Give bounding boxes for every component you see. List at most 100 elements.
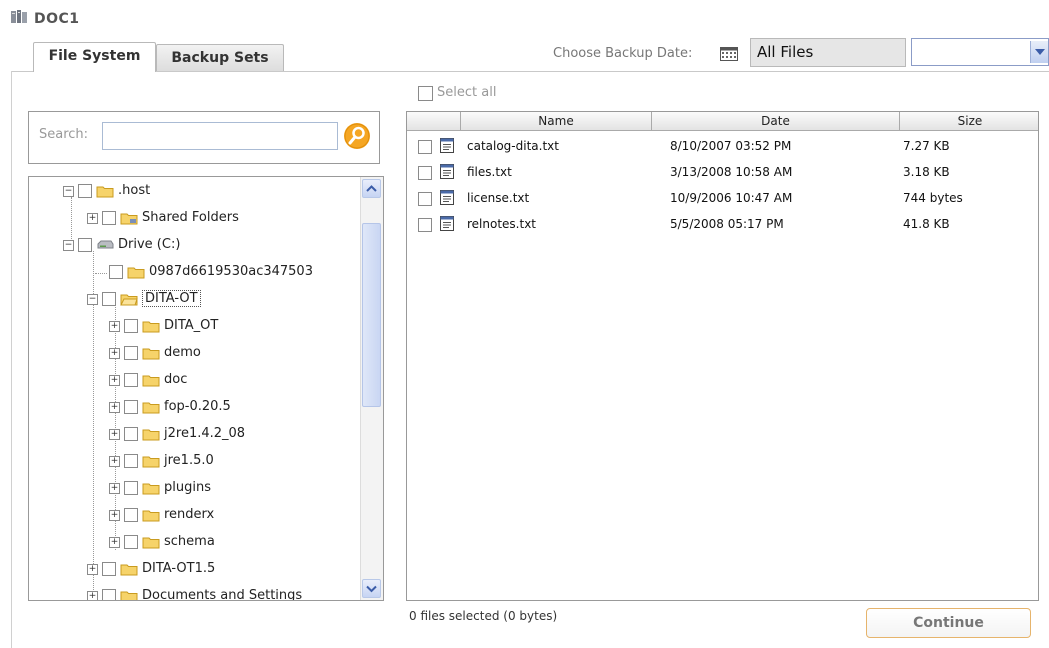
expand-icon[interactable]: + xyxy=(109,320,120,332)
expand-icon[interactable]: + xyxy=(109,347,120,359)
tree-node-label: Documents and Settings xyxy=(142,588,303,601)
backup-date-field[interactable]: All Files xyxy=(750,38,906,67)
text-file-icon xyxy=(440,164,454,179)
tree-node-label: renderx xyxy=(164,507,215,522)
folder-icon xyxy=(142,537,160,549)
tree-node[interactable]: + doc xyxy=(109,370,187,390)
search-label: Search: xyxy=(39,127,89,142)
select-all-label: Select all xyxy=(437,85,497,100)
tree-node-label: schema xyxy=(164,534,215,549)
tree-checkbox[interactable] xyxy=(102,292,116,306)
tree-node[interactable]: 0987d6619530ac347503 xyxy=(109,262,313,282)
tree-node-label: .host xyxy=(118,183,151,198)
expand-icon[interactable]: + xyxy=(109,509,120,521)
file-row[interactable]: files.txt 3/13/2008 10:58 AM 3.18 KB xyxy=(407,159,1038,185)
tree-node[interactable]: − DITA-OT xyxy=(87,289,201,309)
file-checkbox[interactable] xyxy=(418,218,432,232)
expand-icon[interactable]: + xyxy=(109,374,120,386)
column-header-date[interactable]: Date xyxy=(652,112,900,131)
tree-node[interactable]: + DITA_OT xyxy=(109,316,218,336)
tree-node[interactable]: + demo xyxy=(109,343,201,363)
selection-status: 0 files selected (0 bytes) xyxy=(409,609,558,623)
tree-checkbox[interactable] xyxy=(124,481,138,495)
tree-scrollbar[interactable] xyxy=(360,177,383,600)
tree-node[interactable]: + Documents and Settings xyxy=(87,586,303,601)
tree-node[interactable]: − .host xyxy=(63,181,150,201)
expand-icon[interactable]: + xyxy=(109,536,120,548)
chevron-up-icon xyxy=(366,185,377,192)
scroll-thumb[interactable] xyxy=(362,223,381,407)
tree-node[interactable]: + renderx xyxy=(109,505,214,525)
file-row[interactable]: license.txt 10/9/2006 10:47 AM 744 bytes xyxy=(407,185,1038,211)
search-input[interactable] xyxy=(102,122,338,150)
tree-checkbox[interactable] xyxy=(78,184,92,198)
file-size: 3.18 KB xyxy=(903,165,950,179)
collapse-icon[interactable]: − xyxy=(63,239,74,251)
expand-icon[interactable]: + xyxy=(87,590,98,600)
tab-backup-sets[interactable]: Backup Sets xyxy=(156,44,284,72)
collapse-icon[interactable]: − xyxy=(87,293,98,305)
tree-node-label: 0987d6619530ac347503 xyxy=(149,264,313,279)
tree-node[interactable]: − Drive (C:) xyxy=(63,235,180,255)
tree-node[interactable]: + DITA-OT1.5 xyxy=(87,559,215,579)
calendar-icon[interactable] xyxy=(720,47,738,61)
folder-icon xyxy=(142,483,160,495)
tree-node[interactable]: + fop-0.20.5 xyxy=(109,397,231,417)
column-header-name[interactable]: Name xyxy=(461,112,652,131)
file-checkbox[interactable] xyxy=(418,192,432,206)
text-file-icon xyxy=(440,190,454,205)
backup-date-select[interactable] xyxy=(911,38,1049,66)
column-header-size[interactable]: Size xyxy=(900,112,1038,131)
tab-panel-border xyxy=(11,71,1049,72)
tree-node-label: jre1.5.0 xyxy=(164,453,214,468)
folder-icon xyxy=(127,267,145,279)
tree-node[interactable]: + plugins xyxy=(109,478,211,498)
tree-checkbox[interactable] xyxy=(124,346,138,360)
collapse-icon[interactable]: − xyxy=(63,185,74,197)
continue-button[interactable]: Continue xyxy=(866,608,1031,638)
tree-checkbox[interactable] xyxy=(78,238,92,252)
file-row[interactable]: relnotes.txt 5/5/2008 05:17 PM 41.8 KB xyxy=(407,211,1038,237)
expand-icon[interactable]: + xyxy=(109,401,120,413)
tree-node[interactable]: + jre1.5.0 xyxy=(109,451,214,471)
file-row[interactable]: catalog-dita.txt 8/10/2007 03:52 PM 7.27… xyxy=(407,133,1038,159)
search-go-icon[interactable] xyxy=(342,121,372,151)
tree-checkbox[interactable] xyxy=(124,319,138,333)
expand-icon[interactable]: + xyxy=(87,212,98,224)
file-checkbox[interactable] xyxy=(418,140,432,154)
expand-icon[interactable]: + xyxy=(109,482,120,494)
file-name: relnotes.txt xyxy=(467,217,536,231)
tree-checkbox[interactable] xyxy=(124,508,138,522)
tree-node[interactable]: + Shared Folders xyxy=(87,208,239,228)
select-all-checkbox[interactable] xyxy=(418,86,433,101)
file-name: license.txt xyxy=(467,191,530,205)
tree-node[interactable]: + j2re1.4.2_08 xyxy=(109,424,245,444)
scroll-down-button[interactable] xyxy=(362,579,381,598)
file-list: Name Date Size catalog-dita.txt 8/10/200… xyxy=(406,111,1039,601)
expand-icon[interactable]: + xyxy=(87,563,98,575)
tree-node-label: j2re1.4.2_08 xyxy=(164,426,246,441)
expand-icon[interactable]: + xyxy=(109,455,120,467)
tab-file-system[interactable]: File System xyxy=(33,42,156,72)
tab-panel-left-border xyxy=(11,71,12,648)
tree-checkbox[interactable] xyxy=(124,400,138,414)
scroll-up-button[interactable] xyxy=(362,179,381,198)
tree-checkbox[interactable] xyxy=(124,427,138,441)
tree-checkbox[interactable] xyxy=(102,562,116,576)
file-name: catalog-dita.txt xyxy=(467,139,559,153)
chevron-down-icon[interactable] xyxy=(1030,41,1048,63)
file-size: 744 bytes xyxy=(903,191,963,205)
tree-node-label: Drive (C:) xyxy=(118,237,181,252)
tree-checkbox[interactable] xyxy=(102,211,116,225)
backup-date-label: Choose Backup Date: xyxy=(553,46,693,61)
tree-checkbox[interactable] xyxy=(124,454,138,468)
tree-node[interactable]: + schema xyxy=(109,532,215,552)
folder-icon xyxy=(142,348,160,360)
tree-checkbox[interactable] xyxy=(124,373,138,387)
file-checkbox[interactable] xyxy=(418,166,432,180)
tree-checkbox[interactable] xyxy=(124,535,138,549)
tree-checkbox[interactable] xyxy=(109,265,123,279)
expand-icon[interactable]: + xyxy=(109,428,120,440)
folder-icon xyxy=(142,375,160,387)
tree-checkbox[interactable] xyxy=(102,589,116,600)
